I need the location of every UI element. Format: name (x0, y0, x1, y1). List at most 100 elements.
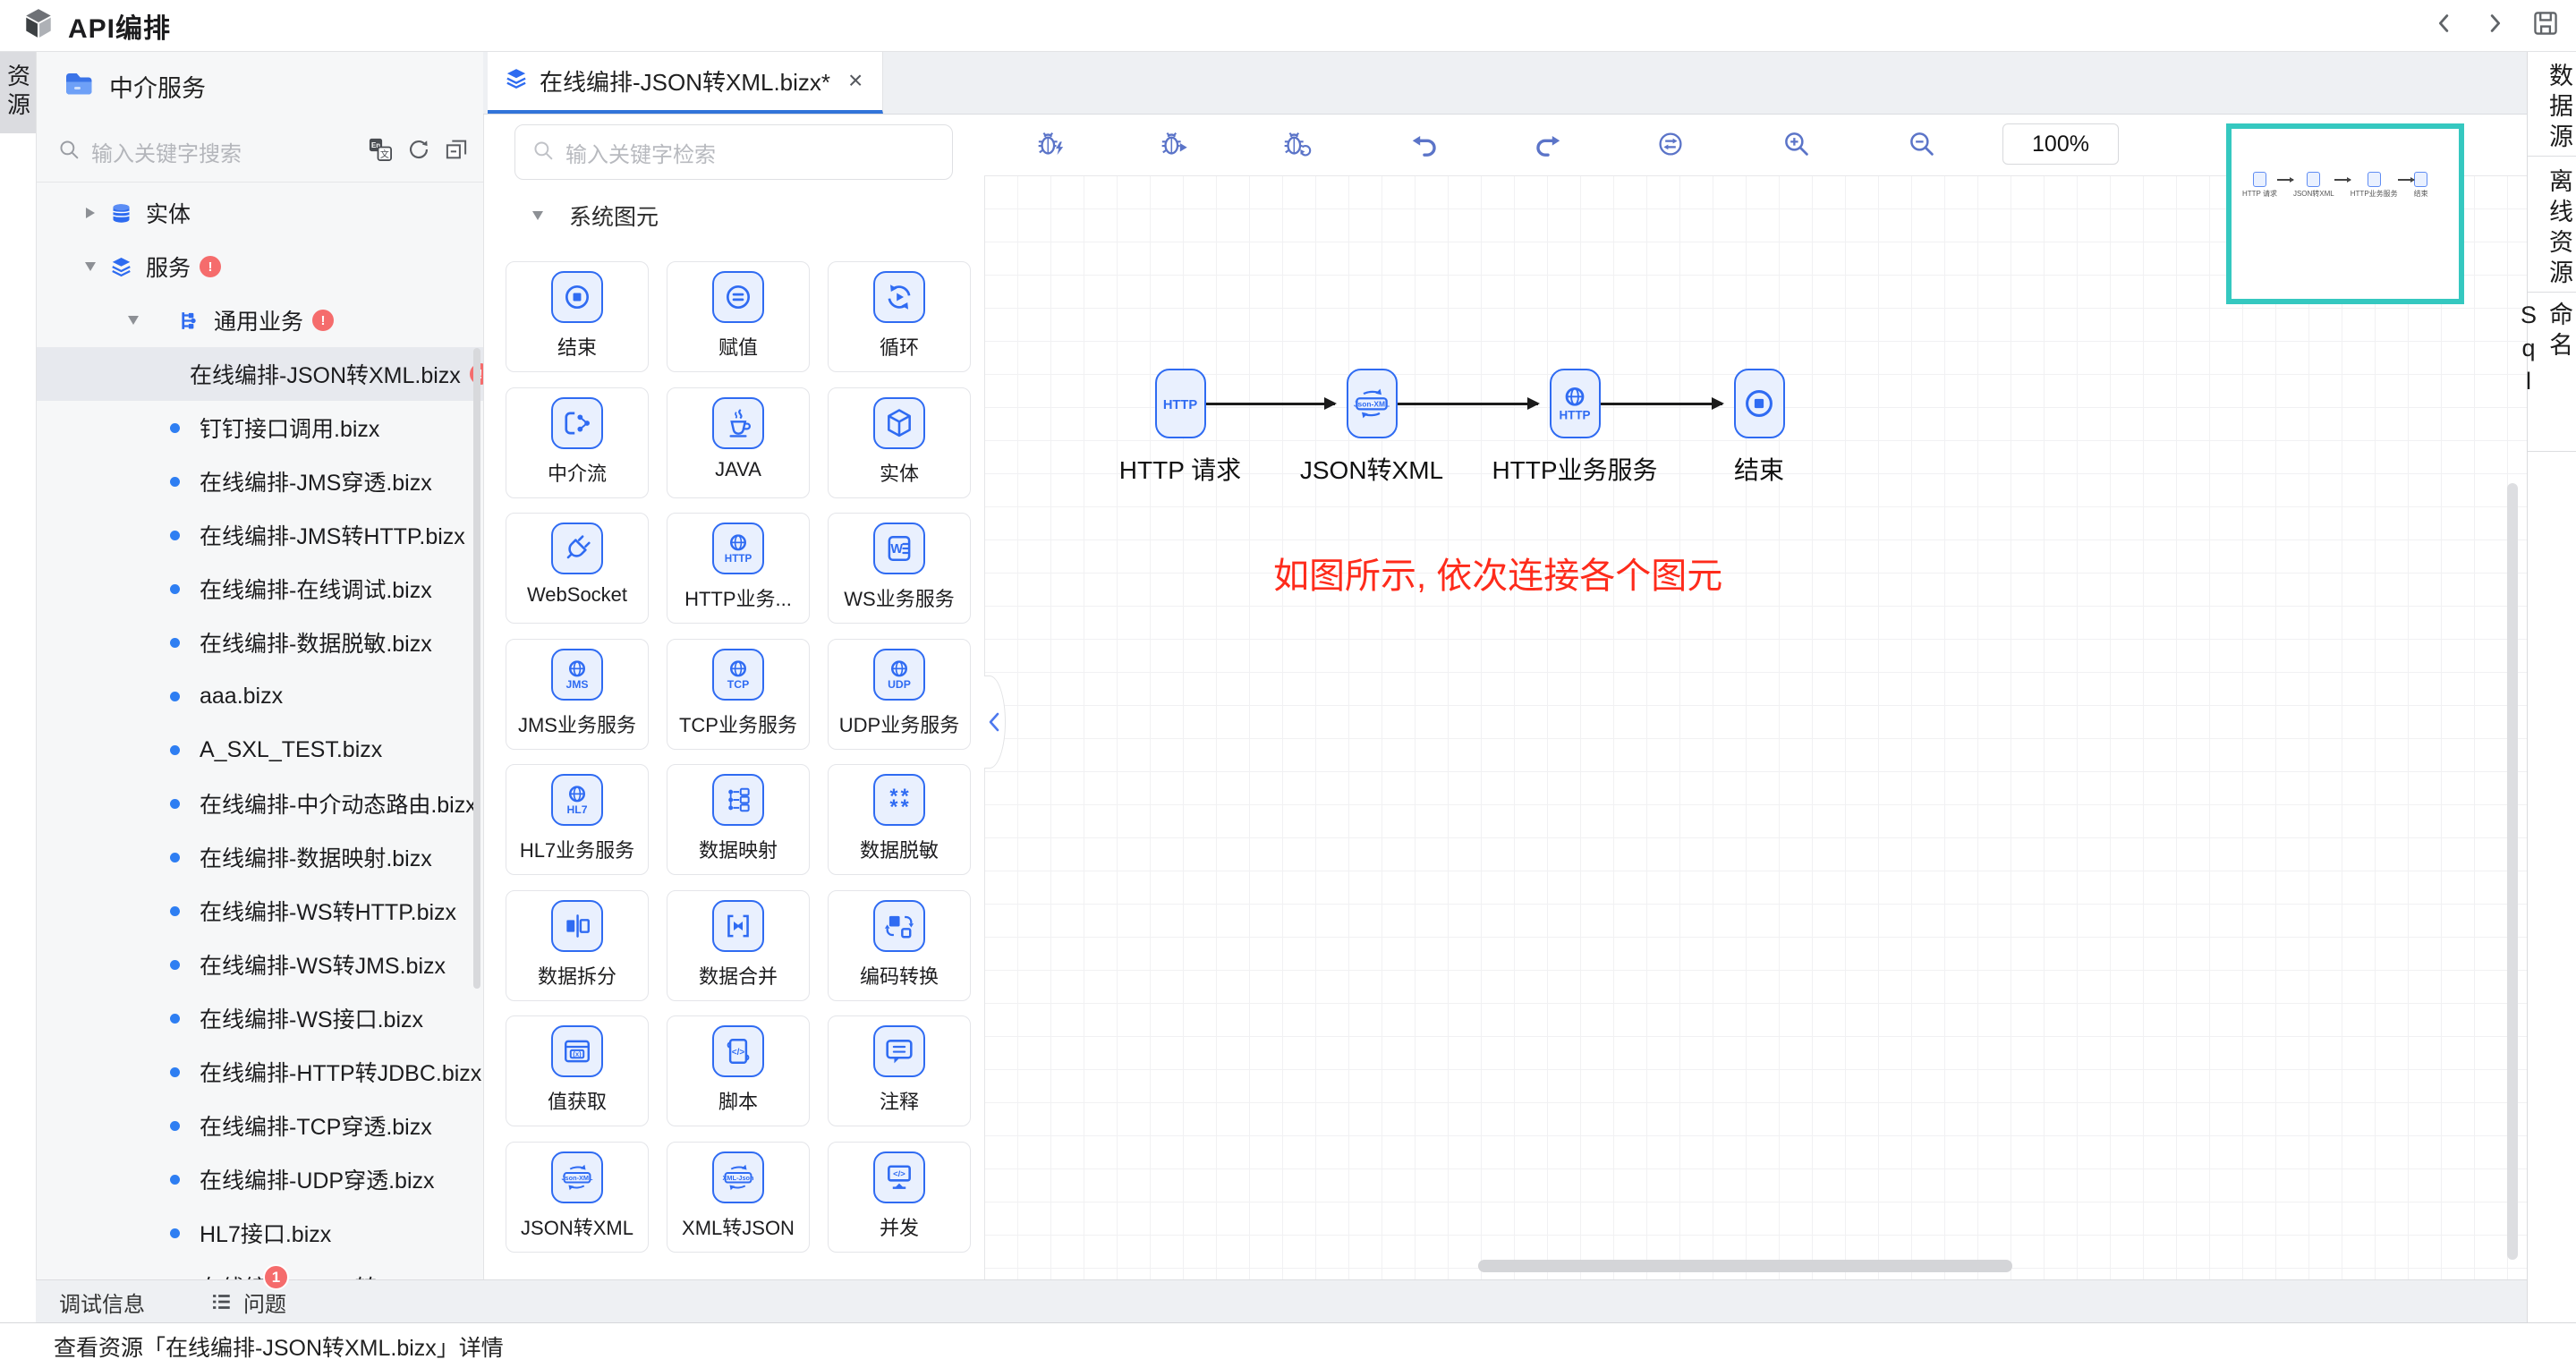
palette-section-header[interactable]: 系统图元 (530, 200, 659, 232)
palette-search-box[interactable]: 输入关键字检索 (514, 124, 953, 180)
tree-file-item[interactable]: 在线编排-数据脱敏.bizx (36, 616, 483, 669)
palette-tile-merge[interactable]: 数据合并 (667, 890, 810, 1001)
tree-file-item[interactable]: 在线编排-JMS转HTTP.bizx (36, 508, 483, 562)
palette-tile-getvalue[interactable]: (x)值获取 (506, 1015, 649, 1126)
flow-canvas[interactable]: 100% HTTPHTTP 请求Json-XMLJSON转XMLHTTPHTTP… (984, 114, 2527, 1279)
palette-tile-label: 中介流 (548, 458, 607, 487)
tree-file-item[interactable]: 在线编排-TCP穿透.bizx (36, 1099, 483, 1152)
canvas-grid[interactable] (984, 175, 2527, 1279)
palette-tile-http-globe[interactable]: HTTPHTTP业务... (667, 513, 810, 624)
history-back-icon[interactable] (2431, 10, 2458, 41)
palette-tile-wsdoc[interactable]: WWS业务服务 (828, 513, 971, 624)
canvas-annotation: 如图所示, 依次连接各个图元 (1273, 547, 1722, 599)
tree-node-1[interactable]: 服务! (36, 240, 483, 293)
tree-file-item[interactable]: A_SXL_TEST.bizx (36, 723, 483, 777)
tree-file-item[interactable]: HL7接口.bizx (36, 1206, 483, 1260)
palette-tile-udp-globe[interactable]: UDPUDP业务服务 (828, 639, 971, 750)
palette-tile-xml2json[interactable]: XML-JsonXML转JSON (667, 1142, 810, 1253)
tree-file-item[interactable]: 在线编排-中介动态路由.bizx (36, 777, 483, 830)
right-rail-tab-1[interactable]: 离线资源 (2528, 157, 2576, 293)
flow-node-http-globe[interactable]: HTTP (1550, 369, 1601, 438)
zoom-in-icon[interactable] (1779, 126, 1815, 162)
rail-tab-resources[interactable]: 资源 (0, 51, 36, 133)
redo-icon[interactable] (1529, 126, 1565, 162)
tree-file-item[interactable]: 在线编排-WS转JMS.bizx (36, 938, 483, 991)
refresh-icon[interactable] (406, 137, 431, 166)
minimap-arrow (2277, 179, 2293, 181)
palette-tile-assign[interactable]: 赋值 (667, 261, 810, 372)
minimap-node-label: JSON转XML (2293, 189, 2334, 199)
palette-tile-hl7-globe[interactable]: HL7HL7业务服务 (506, 764, 649, 875)
palette-tile-mask[interactable]: ****数据脱敏 (828, 764, 971, 875)
flow-connector-arrow[interactable] (1206, 403, 1335, 405)
getvalue-icon: (x) (551, 1025, 603, 1077)
flow-node-json2xml[interactable]: Json-XML (1347, 369, 1398, 438)
minimap-node-icon (2253, 172, 2266, 187)
tree-file-item[interactable]: 在线编排-HTTP转HL7.bizx (36, 1260, 483, 1279)
flow-connector-arrow[interactable] (1398, 403, 1538, 405)
zoom-level[interactable]: 100% (2002, 123, 2119, 165)
tree-file-item[interactable]: 钉钉接口调用.bizx (36, 401, 483, 455)
palette-tile-loop[interactable]: 循环 (828, 261, 971, 372)
canvas-horizontal-scrollbar[interactable] (1478, 1260, 2012, 1272)
tab-problems[interactable]: 问题 (209, 1287, 286, 1318)
palette-tile-stop[interactable]: 结束 (506, 261, 649, 372)
flow-connector-arrow[interactable] (1601, 403, 1722, 405)
search-icon (57, 138, 81, 166)
palette-tile-jms-globe[interactable]: JMSJMS业务服务 (506, 639, 649, 750)
tree-file-item[interactable]: aaa.bizx (36, 669, 483, 723)
tree-file-item[interactable]: 在线编排-UDP穿透.bizx (36, 1152, 483, 1206)
chevron-down-icon[interactable] (82, 262, 98, 271)
minimap[interactable]: HTTP 请求JSON转XMLHTTP业务服务结束 (2226, 123, 2464, 304)
tree-node-0[interactable]: 实体 (36, 186, 483, 240)
palette-tile-mapping[interactable]: 数据映射 (667, 764, 810, 875)
tree-node-2[interactable]: 通用业务! (36, 293, 483, 347)
palette-search-input[interactable]: 输入关键字检索 (565, 137, 716, 168)
tree-file-item[interactable]: 在线编排-JSON转XML.bizx! (36, 347, 483, 401)
tree-file-item[interactable]: 在线编排-JMS穿透.bizx (36, 455, 483, 508)
collapse-all-icon[interactable] (444, 137, 469, 166)
palette-tile-websocket[interactable]: WebSocket (506, 513, 649, 624)
mask-icon: **** (873, 774, 925, 826)
palette-tile-split[interactable]: 数据拆分 (506, 890, 649, 1001)
undo-icon[interactable] (1407, 126, 1443, 162)
flow-node-http-request[interactable]: HTTP (1155, 369, 1206, 438)
debug-play-icon[interactable] (1157, 126, 1193, 162)
flow-node-stop[interactable] (1734, 369, 1785, 438)
save-icon[interactable] (2531, 9, 2560, 42)
tab-close-icon[interactable]: × (848, 68, 863, 93)
palette-tile-encode[interactable]: 编码转换 (828, 890, 971, 1001)
palette-tile-tcp-globe[interactable]: TCPTCP业务服务 (667, 639, 810, 750)
parallel-icon: </> (873, 1151, 925, 1203)
minimap-arrow (2398, 179, 2414, 181)
svg-text:W: W (890, 542, 903, 557)
palette-tile-parallel[interactable]: </>并发 (828, 1142, 971, 1253)
debug-restart-icon[interactable] (1279, 126, 1315, 162)
svg-text:(x): (x) (573, 1050, 582, 1058)
zoom-out-icon[interactable] (1904, 126, 1940, 162)
canvas-vertical-scrollbar[interactable] (2507, 483, 2518, 1260)
tree-search-input[interactable]: 输入关键字搜索 (91, 136, 367, 167)
chevron-right-icon[interactable] (82, 208, 98, 218)
tree-file-item[interactable]: 在线编排-数据映射.bizx (36, 830, 483, 884)
tree-scrollbar[interactable] (473, 348, 480, 989)
palette-tile-flow[interactable]: 中介流 (506, 387, 649, 498)
tab-active-document[interactable]: 在线编排-JSON转XML.bizx* × (488, 51, 883, 114)
tree-file-item[interactable]: 在线编排-HTTP转JDBC.bizx (36, 1045, 483, 1099)
translate-icon[interactable]: En文 (367, 136, 394, 167)
palette-tile-cube[interactable]: 实体 (828, 387, 971, 498)
right-rail-tab-0[interactable]: 数据源 (2528, 51, 2576, 157)
palette-tile-comment[interactable]: 注释 (828, 1015, 971, 1126)
debug-lightning-icon[interactable] (1033, 126, 1069, 162)
auto-layout-icon[interactable] (1653, 126, 1688, 162)
history-forward-icon[interactable] (2481, 10, 2508, 41)
tree-file-item[interactable]: 在线编排-WS接口.bizx (36, 991, 483, 1045)
chevron-down-icon[interactable] (125, 316, 141, 325)
tree-file-item[interactable]: 在线编排-WS转HTTP.bizx (36, 884, 483, 938)
tree-file-item[interactable]: 在线编排-在线调试.bizx (36, 562, 483, 616)
palette-tile-java[interactable]: JAVA (667, 387, 810, 498)
right-rail-tab-2[interactable]: 命名Sql (2528, 293, 2576, 452)
tab-debug-info[interactable]: 调试信息 (59, 1287, 145, 1318)
palette-tile-json2xml[interactable]: Json-XMLJSON转XML (506, 1142, 649, 1253)
palette-tile-script[interactable]: </>脚本 (667, 1015, 810, 1126)
